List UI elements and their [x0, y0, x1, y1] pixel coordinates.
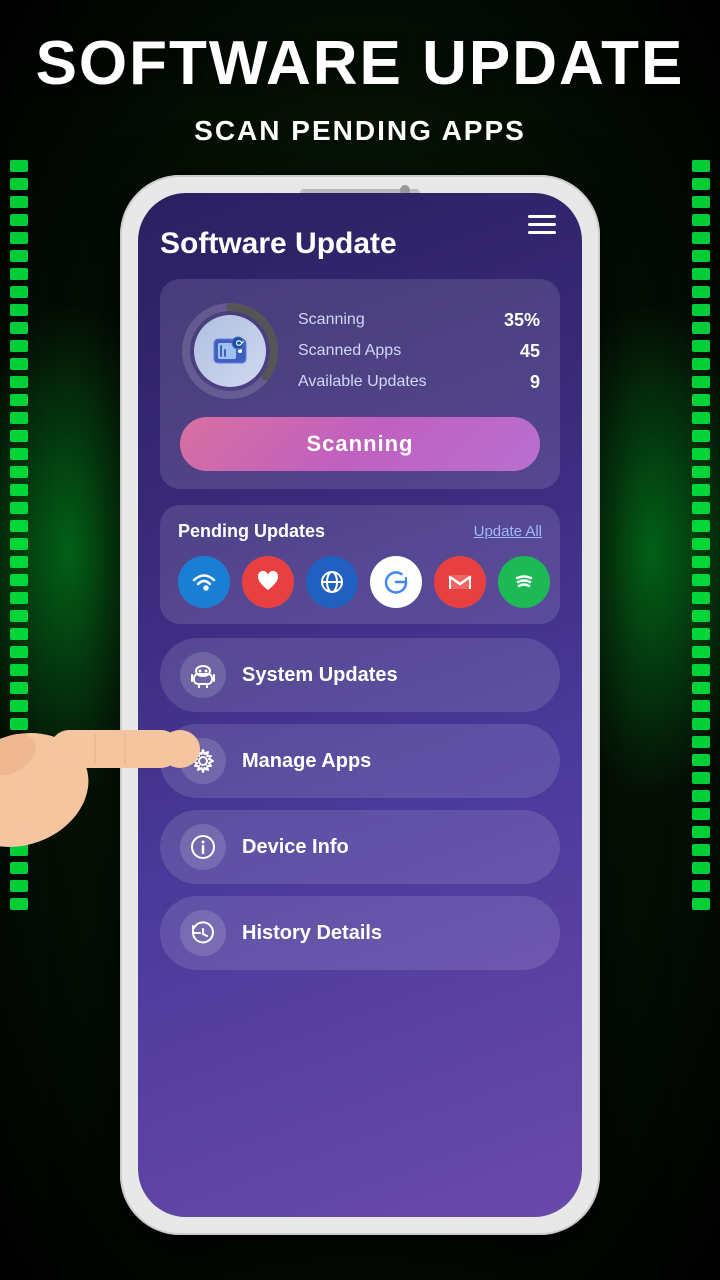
- stat-value-updates: 9: [530, 372, 540, 393]
- history-details-icon: [180, 910, 226, 956]
- stat-row-scanning: Scanning 35%: [298, 310, 540, 331]
- stat-value-scanned: 45: [520, 341, 540, 362]
- stat-value-scanning: 35%: [504, 310, 540, 331]
- device-scan-icon: Q: [210, 331, 250, 371]
- menu-line-1: [528, 215, 556, 218]
- menu-line-3: [528, 231, 556, 234]
- stat-row-updates: Available Updates 9: [298, 372, 540, 393]
- stat-row-scanned: Scanned Apps 45: [298, 341, 540, 362]
- main-title: SOFTWARE UPDATE: [0, 30, 720, 98]
- update-all-button[interactable]: Update All: [474, 523, 542, 540]
- progress-inner: Q: [194, 315, 266, 387]
- main-subtitle: SCAN PENDING APPS: [0, 115, 720, 147]
- menu-item-device-info[interactable]: Device Info: [160, 810, 560, 884]
- pointing-hand: [0, 630, 200, 850]
- app-icon-heart[interactable]: [242, 556, 294, 608]
- history-details-label: History Details: [242, 922, 382, 945]
- device-info-label: Device Info: [242, 836, 349, 859]
- menu-item-system-updates[interactable]: System Updates: [160, 638, 560, 712]
- menu-icon[interactable]: [528, 215, 556, 234]
- app-icon-gmail[interactable]: [434, 556, 486, 608]
- circular-progress: Q: [180, 301, 280, 401]
- scan-stats: Scanning 35% Scanned Apps 45 Available U…: [298, 310, 540, 393]
- manage-apps-label: Manage Apps: [242, 750, 371, 773]
- green-bars-right: [630, 150, 720, 1050]
- stat-label-updates: Available Updates: [298, 373, 427, 391]
- green-bars-left: [0, 150, 90, 1050]
- svg-text:Q: Q: [235, 340, 244, 346]
- history-icon: [190, 920, 216, 946]
- app-icons-list: [178, 556, 542, 608]
- scan-card: Q Scanning 35% Scanned Apps 45 Av: [160, 279, 560, 489]
- system-updates-label: System Updates: [242, 664, 398, 687]
- app-icon-google[interactable]: [370, 556, 422, 608]
- pending-updates-card: Pending Updates Update All: [160, 505, 560, 624]
- app-icon-spotify[interactable]: [498, 556, 550, 608]
- stat-label-scanning: Scanning: [298, 311, 365, 329]
- app-title: Software Update: [160, 227, 560, 261]
- scan-card-inner: Q Scanning 35% Scanned Apps 45 Av: [180, 301, 540, 401]
- menu-item-manage-apps[interactable]: Manage Apps: [160, 724, 560, 798]
- app-icon-wifi[interactable]: [178, 556, 230, 608]
- stat-label-scanned: Scanned Apps: [298, 342, 401, 360]
- menu-item-history-details[interactable]: History Details: [160, 896, 560, 970]
- app-icon-globe[interactable]: [306, 556, 358, 608]
- phone-screen: Software Update: [138, 193, 582, 1217]
- scanning-button[interactable]: Scanning: [180, 417, 540, 471]
- pending-title: Pending Updates: [178, 521, 325, 542]
- menu-line-2: [528, 223, 556, 226]
- pending-header: Pending Updates Update All: [178, 521, 542, 542]
